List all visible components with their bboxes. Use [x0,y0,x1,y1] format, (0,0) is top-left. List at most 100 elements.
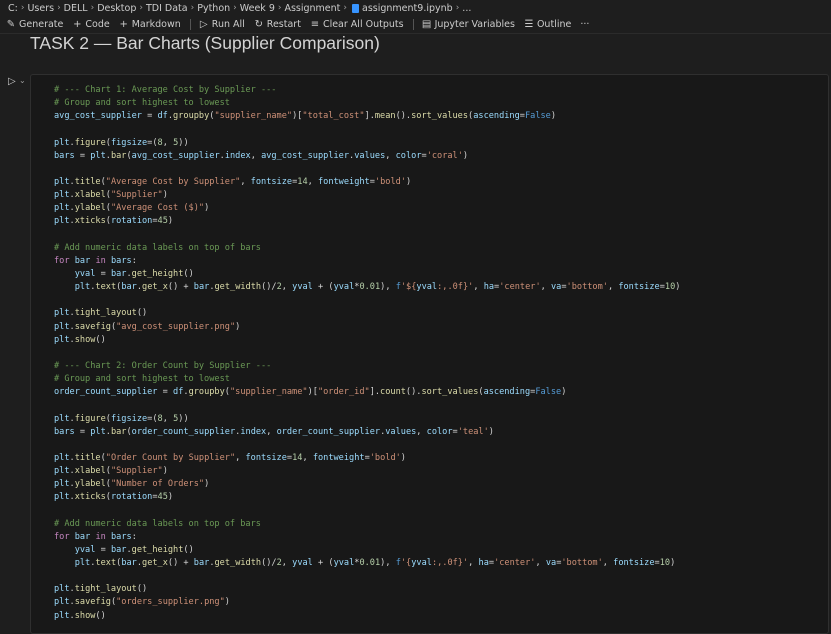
code-token: , [473,282,484,293]
code-line[interactable] [54,505,680,518]
code-line[interactable]: plt.xlabel("Supplier") [54,465,680,478]
code-token: fontsize [250,176,293,187]
chevron-down-icon[interactable]: ⌄ [19,76,26,85]
jupyter-variables-label: Jupyter Variables [434,19,515,30]
add-code-button[interactable]: + Code [72,19,110,30]
markdown-heading: TASK 2 — Bar Charts (Supplier Comparison… [30,33,380,53]
code-line[interactable] [54,229,680,242]
breadcrumb-item[interactable]: TDI Data [146,3,188,14]
code-line[interactable]: for bar in bars: [54,531,680,544]
generate-button[interactable]: ✎ Generate [6,19,64,30]
code-line[interactable]: plt.xlabel("Supplier") [54,189,680,202]
code-line[interactable]: plt.xticks(rotation=45) [54,215,680,228]
outline-button[interactable]: ☰ Outline [524,19,571,30]
code-editor[interactable]: # --- Chart 1: Average Cost by Supplier … [54,84,680,623]
code-line[interactable]: # --- Chart 2: Order Count by Supplier -… [54,360,680,373]
toolbar-divider [189,19,191,30]
code-token: 0.01 [359,558,381,569]
code-line[interactable]: plt.title("Order Count by Supplier", fon… [54,452,680,465]
breadcrumb-item[interactable]: C: [8,3,18,14]
code-line[interactable]: plt.tight_layout() [54,583,680,596]
add-markdown-button[interactable]: + Markdown [119,19,181,30]
code-token: ()/ [261,558,277,569]
code-line[interactable]: plt.xticks(rotation=45) [54,491,680,504]
code-line[interactable]: yval = bar.get_height() [54,268,680,281]
code-token: () [136,584,148,595]
code-line[interactable] [54,399,680,412]
code-token: get_width [214,282,262,293]
code-token: , [540,282,551,293]
code-token: rotation [110,216,153,227]
code-line[interactable]: # --- Chart 1: Average Cost by Supplier … [54,84,680,97]
code-line[interactable]: plt.show() [54,334,680,347]
code-token: ylabel [74,203,106,214]
breadcrumb-item[interactable]: Week 9 [240,3,275,14]
code-line[interactable] [54,123,680,136]
clear-all-outputs-button[interactable]: ≡ Clear All Outputs [310,19,404,30]
code-line[interactable]: yval = bar.get_height() [54,544,680,557]
code-line[interactable]: plt.show() [54,610,680,623]
code-line[interactable]: plt.savefig("avg_cost_supplier.png") [54,321,680,334]
code-line[interactable]: order_count_supplier = df.groupby("suppl… [54,386,680,399]
code-token: () [136,308,148,319]
code-line[interactable]: for bar in bars: [54,255,680,268]
code-token: )[ [292,111,303,122]
code-token: plt [54,597,70,608]
code-token: plt [54,216,70,227]
code-token: plt [90,150,106,161]
code-line[interactable]: # Group and sort highest to lowest [54,373,680,386]
code-token: 10 [659,558,671,569]
run-all-button[interactable]: ▷ Run All [199,19,245,30]
code-line[interactable]: plt.savefig("orders_supplier.png") [54,596,680,609]
code-token: + ( [312,558,334,569]
code-line[interactable]: # Group and sort highest to lowest [54,97,680,110]
breadcrumb-item[interactable]: Desktop [97,3,136,14]
breadcrumb-item[interactable]: Assignment [284,3,340,14]
code-line[interactable] [54,294,680,307]
generate-label: Generate [19,19,64,30]
breadcrumb-symbol[interactable]: ... [462,3,471,14]
code-line[interactable]: plt.ylabel("Number of Orders") [54,478,680,491]
code-line[interactable]: plt.title("Average Cost by Supplier", fo… [54,176,680,189]
code-token: bar [110,544,127,555]
restart-button[interactable]: ↻ Restart [254,19,301,30]
code-token: sort_values [421,387,479,398]
breadcrumb-item[interactable]: Python [197,3,230,14]
jupyter-variables-button[interactable]: ▤ Jupyter Variables [422,19,515,30]
code-token: bar [193,558,210,569]
breadcrumb-item[interactable]: Users [27,3,54,14]
code-token: ) [550,111,557,122]
code-token: ) [235,321,241,332]
plus-icon: + [119,19,128,30]
more-actions-button[interactable]: ··· [580,19,589,30]
code-line[interactable]: plt.figure(figsize=(8, 5)) [54,137,680,150]
code-line[interactable] [54,439,680,452]
code-line[interactable]: # Add numeric data labels on top of bars [54,518,680,531]
code-line[interactable]: plt.tight_layout() [54,307,680,320]
code-line[interactable]: avg_cost_supplier = df.groupby("supplier… [54,110,680,123]
code-token: , [307,176,318,187]
code-line[interactable] [54,347,680,360]
code-token: savefig [74,597,111,608]
run-cell-icon[interactable]: ▷ [8,76,16,87]
breadcrumb-file[interactable]: assignment9.ipynb [362,3,453,14]
code-token: ) [204,479,210,490]
code-line[interactable]: bars = plt.bar(avg_cost_supplier.index, … [54,150,680,163]
code-line[interactable]: plt.ylabel("Average Cost ($)") [54,202,680,215]
code-line[interactable]: plt.text(bar.get_x() + bar.get_width()/2… [54,557,680,570]
code-line[interactable]: # Add numeric data labels on top of bars [54,242,680,255]
run-all-label: Run All [211,19,245,30]
code-token: = [95,268,111,279]
code-line[interactable] [54,570,680,583]
code-line[interactable]: bars = plt.bar(order_count_supplier.inde… [54,426,680,439]
code-line[interactable]: plt.text(bar.get_x() + bar.get_width()/2… [54,281,681,294]
code-line[interactable]: plt.figure(figsize=(8, 5)) [54,413,680,426]
code-token: ascending [483,387,531,398]
code-token: fontsize [613,558,655,569]
code-token: = [95,544,111,555]
code-token: "orders_supplier.png" [116,597,225,608]
code-line[interactable] [54,163,680,176]
breadcrumb-item[interactable]: DELL [64,3,88,14]
